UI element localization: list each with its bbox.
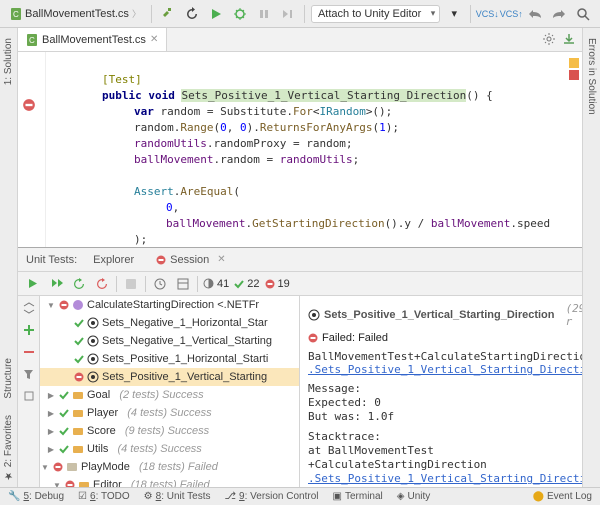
refresh-icon[interactable] xyxy=(182,4,202,24)
options-icon[interactable] xyxy=(21,388,37,404)
right-sidebar: Errors in Solution xyxy=(582,28,600,487)
left-sidebar: 1: Solution Structure ★ 2: Favorites xyxy=(0,28,18,487)
debug-test-icon[interactable] xyxy=(93,275,111,293)
vcs-push-icon[interactable]: VCS↑ xyxy=(501,4,521,24)
close-icon[interactable]: ✕ xyxy=(217,254,225,265)
tree-group[interactable]: ▶Goal (2 tests) Success xyxy=(40,386,299,404)
file-tabs: C BallMovementTest.cs ✕ xyxy=(18,28,582,52)
editor-gutter xyxy=(18,52,46,247)
sb-eventlog[interactable]: ⬤ Event Log xyxy=(533,491,592,502)
tree-group[interactable]: ▶Utils (4 tests) Success xyxy=(40,440,299,458)
svg-text:C: C xyxy=(29,36,35,45)
tab-structure[interactable]: Structure xyxy=(1,352,16,405)
debug-icon[interactable] xyxy=(230,4,250,24)
test-leftbar xyxy=(18,296,40,487)
details-class: BallMovementTest+CalculateStartingDirect… xyxy=(308,350,574,363)
filter-icon[interactable] xyxy=(21,366,37,382)
sb-unity[interactable]: ◈ Unity xyxy=(397,491,431,502)
tree-item[interactable]: Sets_Negative_1_Horizontal_Star xyxy=(40,314,299,332)
tree-item-selected[interactable]: Sets_Positive_1_Vertical_Starting xyxy=(40,368,299,386)
tree-item[interactable]: Sets_Negative_1_Vertical_Starting xyxy=(40,332,299,350)
error-mark[interactable] xyxy=(569,70,579,80)
statusbar: 🔧 5: Debug ☑ 6: TODO ⚙ 8: Unit Tests ⎇ 9… xyxy=(0,487,600,505)
svg-text:C: C xyxy=(13,10,19,19)
details-title: Sets_Positive_1_Vertical_Starting_Direct… xyxy=(308,302,574,328)
tree-group[interactable]: ▶Score (9 tests) Success xyxy=(40,422,299,440)
tree-item[interactable]: Sets_Positive_1_Horizontal_Starti xyxy=(40,350,299,368)
export-icon[interactable] xyxy=(562,32,576,46)
close-icon[interactable]: ✕ xyxy=(150,34,158,45)
add-icon[interactable] xyxy=(21,322,37,338)
tab-solution[interactable]: 1: Solution xyxy=(1,32,16,91)
test-panel-header: Unit Tests: Explorer Session ✕ xyxy=(18,248,582,272)
test-toolbar: 41 22 19 xyxy=(18,272,582,296)
test-tree[interactable]: ▼CalculateStartingDirection <.NETFr Sets… xyxy=(40,296,300,487)
file-tab-label: BallMovementTest.cs xyxy=(42,34,146,46)
sb-unittests[interactable]: ⚙ 8: Unit Tests xyxy=(144,491,211,502)
stop-icon[interactable] xyxy=(122,275,140,293)
tab-favorites[interactable]: ★ 2: Favorites xyxy=(1,409,16,487)
sb-todo[interactable]: ☑ 6: TODO xyxy=(78,491,130,502)
sb-debug[interactable]: 🔧 5: Debug xyxy=(8,491,64,502)
tree-group[interactable]: ▼Editor (18 tests) Failed xyxy=(40,476,299,487)
vcs-pull-icon[interactable]: VCS↓ xyxy=(477,4,497,24)
tree-group[interactable]: ▼CalculateStartingDirection <.NETFr xyxy=(40,296,299,314)
gutter-fail-icon[interactable] xyxy=(22,98,36,112)
select-target-icon[interactable]: ▾ xyxy=(444,4,464,24)
counter-total[interactable]: 41 xyxy=(203,278,229,290)
counter-pass[interactable]: 22 xyxy=(234,278,259,290)
sb-terminal[interactable]: ▣ Terminal xyxy=(333,491,383,502)
breadcrumb-file[interactable]: C BallMovementTest.cs 〉 xyxy=(6,5,145,22)
code-editor[interactable]: [Test] public void Sets_Positive_1_Verti… xyxy=(18,52,582,247)
sb-versioncontrol[interactable]: ⎇ 9: Version Control xyxy=(224,491,318,502)
undo-icon[interactable] xyxy=(525,4,545,24)
counter-fail[interactable]: 19 xyxy=(265,278,290,290)
test-details: Sets_Positive_1_Vertical_Starting_Direct… xyxy=(300,296,582,487)
gear-icon[interactable] xyxy=(542,32,556,46)
attach-dropdown[interactable]: Attach to Unity Editor xyxy=(311,5,440,23)
rerun-icon[interactable] xyxy=(47,275,65,293)
pause-icon[interactable] xyxy=(254,4,274,24)
code-content: [Test] public void Sets_Positive_1_Verti… xyxy=(46,52,582,247)
top-toolbar: C BallMovementTest.cs 〉 Attach to Unity … xyxy=(0,0,600,28)
main-area: C BallMovementTest.cs ✕ [Test] public vo… xyxy=(18,28,582,487)
run-icon[interactable] xyxy=(206,4,226,24)
redo-icon[interactable] xyxy=(549,4,569,24)
details-stacktrace: Stacktrace: at BallMovementTest +Calcula… xyxy=(308,430,574,487)
editor-error-stripe xyxy=(569,58,579,80)
step-icon[interactable] xyxy=(278,4,298,24)
tab-explorer[interactable]: Explorer xyxy=(87,251,140,269)
collapse-icon[interactable] xyxy=(21,300,37,316)
file-tab-ballmovementtest[interactable]: C BallMovementTest.cs ✕ xyxy=(18,28,167,51)
tree-group[interactable]: ▶Player (4 tests) Success xyxy=(40,404,299,422)
details-link[interactable]: .Sets_Positive_1_Vertical_Starting_Direc… xyxy=(308,363,574,376)
unit-tests-panel: Unit Tests: Explorer Session ✕ xyxy=(18,247,582,487)
tab-session[interactable]: Session ✕ xyxy=(150,251,232,269)
details-message: Message: Expected: 0 But was: 1.0f xyxy=(308,382,574,424)
run-failed-icon[interactable] xyxy=(70,275,88,293)
test-body: ▼CalculateStartingDirection <.NETFr Sets… xyxy=(18,296,582,487)
details-status: Failed: Failed xyxy=(308,332,574,344)
tree-group[interactable]: ▼PlayMode (18 tests) Failed xyxy=(40,458,299,476)
hammer-icon[interactable] xyxy=(158,4,178,24)
remove-icon[interactable] xyxy=(21,344,37,360)
clock-icon[interactable] xyxy=(151,275,169,293)
run-all-icon[interactable] xyxy=(24,275,42,293)
panel-title: Unit Tests: xyxy=(26,254,77,266)
tab-errors[interactable]: Errors in Solution xyxy=(584,32,599,121)
breadcrumb-label: BallMovementTest.cs xyxy=(25,8,129,20)
warn-mark[interactable] xyxy=(569,58,579,68)
layout-icon[interactable] xyxy=(174,275,192,293)
search-icon[interactable] xyxy=(573,4,593,24)
